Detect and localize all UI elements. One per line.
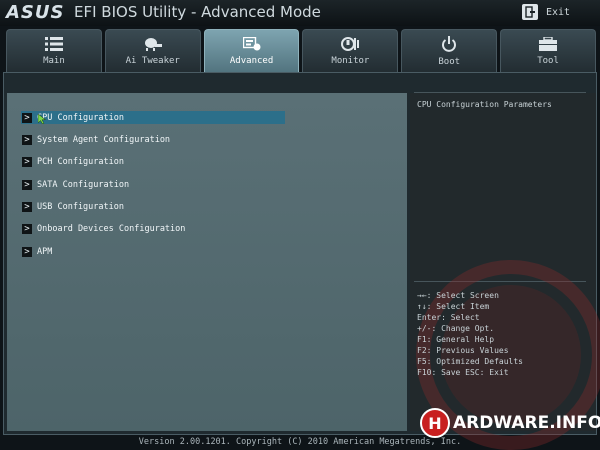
tab-label: Advanced	[229, 56, 274, 66]
hardware-info-watermark: H ARDWARE.INFO	[420, 408, 600, 438]
submenu-arrow-icon: >	[22, 201, 32, 212]
menu-item-usb-configuration[interactable]: > USB Configuration	[21, 200, 285, 213]
tab-label: Tool	[537, 56, 559, 66]
exit-button[interactable]: Exit	[522, 3, 592, 21]
help-description: CPU Configuration Parameters	[417, 100, 552, 109]
key-help-line: →←: Select Screen	[417, 291, 499, 300]
key-help-line: Enter: Select	[417, 313, 480, 322]
menu-item-label: USB Configuration	[37, 201, 124, 212]
copyright-footer: Version 2.00.1201. Copyright (C) 2010 Am…	[138, 437, 462, 447]
menu-item-label: APM	[37, 246, 53, 257]
submenu-arrow-icon: >	[22, 134, 32, 145]
tab-tool[interactable]: Tool	[500, 29, 596, 73]
watermark-h-badge: H	[420, 408, 450, 438]
tab-boot[interactable]: Boot	[401, 29, 498, 73]
tab-bar: Main Ai Tweaker Advanced Monitor Boot To…	[6, 29, 596, 73]
menu-item-pch-configuration[interactable]: > PCH Configuration	[21, 155, 285, 168]
watermark-text: ARDWARE.INFO	[453, 413, 600, 433]
key-help-line: ↑↓: Select Item	[417, 302, 490, 311]
menu-item-label: Onboard Devices Configuration	[37, 223, 186, 234]
menu-item-apm[interactable]: > APM	[21, 245, 285, 258]
advanced-icon	[242, 37, 261, 51]
tab-advanced[interactable]: Advanced	[203, 29, 300, 73]
app-title: EFI BIOS Utility - Advanced Mode	[74, 3, 321, 21]
mouse-cursor-icon	[38, 114, 46, 124]
tab-monitor[interactable]: Monitor	[302, 29, 399, 73]
menu-item-onboard-devices-configuration[interactable]: > Onboard Devices Configuration	[21, 222, 285, 235]
exit-icon	[522, 4, 538, 20]
menu-item-label: System Agent Configuration	[37, 134, 171, 145]
tab-label: Ai Tweaker	[125, 56, 180, 66]
power-icon	[442, 36, 457, 52]
monitor-icon	[341, 37, 360, 51]
menu-item-label: SATA Configuration	[37, 179, 130, 190]
menu-item-cpu-configuration[interactable]: > CPU Configuration	[21, 111, 285, 124]
tab-label: Monitor	[331, 56, 370, 66]
exit-label: Exit	[546, 6, 571, 18]
menu-item-system-agent-configuration[interactable]: > System Agent Configuration	[21, 133, 285, 146]
submenu-arrow-icon: >	[22, 112, 32, 123]
tab-ai-tweaker[interactable]: Ai Tweaker	[104, 29, 201, 73]
tab-label: Boot	[438, 57, 461, 67]
title-bar: ASUS EFI BIOS Utility - Advanced Mode Ex…	[0, 0, 600, 26]
submenu-arrow-icon: >	[22, 179, 32, 190]
key-help-line: F5: Optimized Defaults	[417, 357, 523, 366]
submenu-arrow-icon: >	[22, 156, 32, 167]
submenu-arrow-icon: >	[22, 223, 32, 234]
tab-label: Main	[43, 56, 65, 66]
key-help-line: +/-: Change Opt.	[417, 324, 495, 333]
list-icon	[44, 37, 63, 51]
key-help-line: F2: Previous Values	[417, 346, 509, 355]
tweaker-icon	[144, 38, 162, 51]
key-help-line: F1: General Help	[417, 335, 495, 344]
key-help-line: F10: Save ESC: Exit	[417, 368, 509, 377]
submenu-arrow-icon: >	[22, 246, 32, 257]
menu-item-sata-configuration[interactable]: > SATA Configuration	[21, 178, 285, 191]
tab-main[interactable]: Main	[6, 29, 102, 73]
menu-item-label: PCH Configuration	[37, 156, 124, 167]
asus-logo: ASUS	[6, 2, 65, 23]
menu-item-label: CPU Configuration	[37, 112, 124, 123]
toolbox-icon	[539, 37, 558, 51]
help-divider-top	[414, 92, 586, 93]
